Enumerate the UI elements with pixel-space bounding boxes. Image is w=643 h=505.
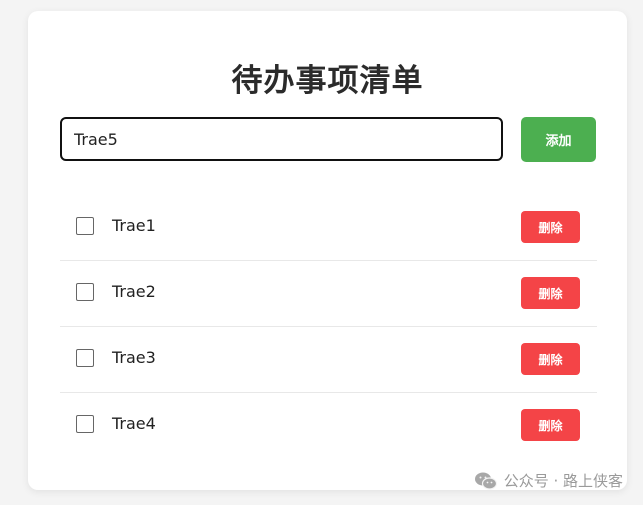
add-button[interactable]: 添加	[521, 117, 596, 162]
todo-text: Trae2	[112, 282, 156, 301]
todo-input[interactable]	[60, 117, 503, 161]
delete-button[interactable]: 删除	[521, 211, 580, 243]
todo-card: 待办事项清单 添加 Trae1 删除 Trae2 删除 Trae3 删除 Tra…	[28, 11, 627, 490]
todo-item: Trae3 删除	[60, 327, 597, 393]
todo-item: Trae1 删除	[60, 195, 597, 261]
delete-button[interactable]: 删除	[521, 277, 580, 309]
todo-text: Trae4	[112, 414, 156, 433]
todo-item: Trae2 删除	[60, 261, 597, 327]
todo-text: Trae3	[112, 348, 156, 367]
page-title: 待办事项清单	[231, 63, 424, 99]
todo-text: Trae1	[112, 216, 156, 235]
watermark-text: 公众号 · 路上侠客	[503, 472, 623, 490]
delete-button[interactable]: 删除	[521, 409, 580, 441]
todo-checkbox[interactable]	[76, 349, 94, 367]
todo-item: Trae4 删除	[60, 393, 597, 458]
todo-list: Trae1 删除 Trae2 删除 Trae3 删除 Trae4 删除	[60, 195, 597, 458]
todo-checkbox[interactable]	[76, 415, 94, 433]
todo-checkbox[interactable]	[76, 283, 94, 301]
todo-checkbox[interactable]	[76, 217, 94, 235]
delete-button[interactable]: 删除	[521, 343, 580, 375]
watermark: 公众号 · 路上侠客	[474, 470, 623, 491]
wechat-icon	[474, 471, 498, 491]
